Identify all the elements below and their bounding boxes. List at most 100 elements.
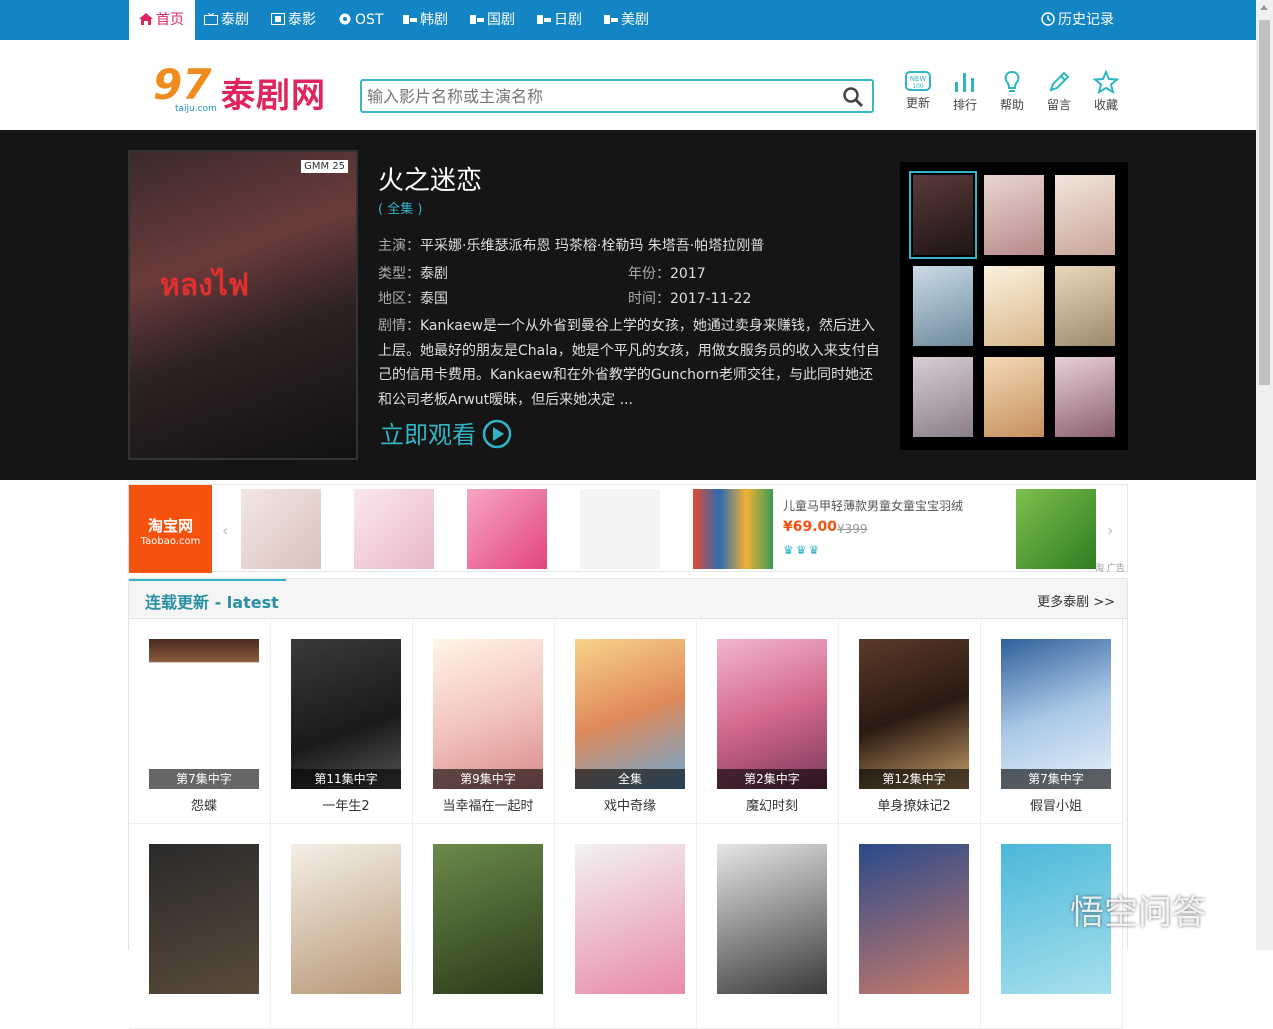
ad-label: 淘 广告 xyxy=(1095,564,1125,574)
home-icon xyxy=(139,13,153,25)
thumbnail-7[interactable] xyxy=(913,357,973,437)
featured-poster[interactable]: GMM 25 หลงไฟ xyxy=(128,150,358,460)
featured-thumbnail-grid xyxy=(900,162,1128,450)
nav-item-home[interactable]: 首页 xyxy=(129,0,195,40)
ad-product-image[interactable] xyxy=(693,489,773,569)
drama-card[interactable]: 第9集中字 当幸福在一起时 xyxy=(413,619,555,824)
ad-product-title[interactable]: 儿童马甲轻薄款男童女童宝宝羽绒 xyxy=(783,497,963,514)
ranking-button[interactable]: 排行 xyxy=(945,70,985,120)
drama-card[interactable]: 第7集中字 怨蝶 xyxy=(129,619,271,824)
drama-poster[interactable]: 全集 xyxy=(575,639,685,789)
taobao-logo[interactable]: 淘宝网 Taobao.com xyxy=(129,485,212,573)
tag-icon xyxy=(470,15,484,24)
drama-poster[interactable]: 第7集中字 xyxy=(1001,639,1111,789)
drama-poster[interactable] xyxy=(575,844,685,994)
tag-icon xyxy=(537,15,551,24)
drama-card[interactable] xyxy=(129,824,271,1029)
thumbnail-6[interactable] xyxy=(1055,266,1115,346)
ad-price: ¥69.00 xyxy=(783,519,838,535)
drama-card[interactable] xyxy=(271,824,413,1029)
scrollbar-thumb[interactable] xyxy=(1259,20,1270,385)
site-logo[interactable]: 97 泰剧网 taiju.com xyxy=(143,60,353,117)
ad-banner: 淘宝网 Taobao.com ‹ 儿童马甲轻薄款男童女童宝宝羽绒 ¥69.00 … xyxy=(128,484,1128,574)
drama-poster[interactable]: 第12集中字 xyxy=(859,639,969,789)
drama-poster[interactable]: 第2集中字 xyxy=(717,639,827,789)
drama-card[interactable]: 第12集中字 单身撩妹记2 xyxy=(839,619,981,824)
drama-poster[interactable] xyxy=(291,844,401,994)
nav-item-ost[interactable]: OST xyxy=(338,0,383,40)
drama-poster[interactable]: 第9集中字 xyxy=(433,639,543,789)
ad-product-image[interactable] xyxy=(1016,489,1096,569)
thumbnail-3[interactable] xyxy=(1055,175,1115,255)
featured-type: 类型：泰剧 xyxy=(378,266,448,282)
thumbnail-2[interactable] xyxy=(984,175,1044,255)
lightbulb-icon xyxy=(1004,70,1020,92)
drama-card[interactable]: 全集 戏中奇缘 xyxy=(555,619,697,824)
help-button[interactable]: 帮助 xyxy=(992,70,1032,120)
drama-poster[interactable] xyxy=(859,844,969,994)
favorite-button[interactable]: 收藏 xyxy=(1086,70,1126,120)
search-icon[interactable] xyxy=(842,86,864,108)
ad-prev-arrow-icon[interactable]: ‹ xyxy=(222,521,228,540)
drama-poster[interactable] xyxy=(149,844,259,994)
drama-card[interactable] xyxy=(839,824,981,1029)
thumbnail-5[interactable] xyxy=(984,266,1044,346)
thumbnail-1[interactable] xyxy=(909,171,977,259)
watermark: 悟空问答 xyxy=(1070,893,1206,933)
nav-item-korean[interactable]: 韩剧 xyxy=(403,0,448,40)
featured-title[interactable]: 火之迷恋 xyxy=(378,160,482,197)
new-icon: NEW100 xyxy=(905,71,931,91)
play-icon xyxy=(482,419,512,449)
pencil-icon xyxy=(1049,71,1070,92)
drama-poster[interactable]: 第11集中字 xyxy=(291,639,401,789)
tag-icon xyxy=(403,15,417,24)
drama-poster[interactable]: 第7集中字 xyxy=(149,639,259,789)
header-underline xyxy=(129,579,286,581)
film-icon xyxy=(271,13,285,25)
update-button[interactable]: NEW 100 更新 xyxy=(898,70,938,120)
drama-card[interactable]: 第7集中字 假冒小姐 xyxy=(981,619,1123,824)
nav-item-chinese[interactable]: 国剧 xyxy=(470,0,515,40)
more-link[interactable]: 更多泰剧 >> xyxy=(1037,591,1115,610)
nav-item-thai-movie[interactable]: 泰影 xyxy=(271,0,316,40)
ad-product-image[interactable] xyxy=(241,489,321,569)
featured-region: 地区：泰国 xyxy=(378,291,448,307)
thumbnail-4[interactable] xyxy=(913,266,973,346)
drama-poster[interactable] xyxy=(717,844,827,994)
page-scrollbar[interactable] xyxy=(1256,0,1273,950)
drama-card[interactable] xyxy=(555,824,697,1029)
music-icon xyxy=(339,13,351,25)
latest-title: 连载更新 - latest xyxy=(145,593,279,612)
tag-icon xyxy=(604,15,618,24)
search-input[interactable] xyxy=(365,84,835,108)
drama-card[interactable] xyxy=(697,824,839,1029)
nav-item-japanese[interactable]: 日剧 xyxy=(537,0,582,40)
ad-product-image[interactable] xyxy=(580,489,660,569)
drama-poster[interactable] xyxy=(433,844,543,994)
ad-product-image[interactable] xyxy=(467,489,547,569)
svg-text:NEW: NEW xyxy=(910,75,927,83)
ad-next-arrow-icon[interactable]: › xyxy=(1107,521,1113,540)
crown-rating-icon: ♛♛♛ xyxy=(783,543,822,557)
featured-year: 年份：2017 xyxy=(628,266,706,282)
nav-item-thai-drama[interactable]: 泰剧 xyxy=(204,0,249,40)
clock-icon xyxy=(1041,12,1055,26)
featured-cast: 主演：平采娜·乐维瑟派布恩 玛茶榕·栓勒玛 朱塔吾·帕塔拉刚普 xyxy=(378,238,765,254)
ad-old-price: ¥399 xyxy=(837,522,868,536)
drama-card[interactable] xyxy=(413,824,555,1029)
watch-now-button[interactable]: 立即观看 xyxy=(380,415,512,450)
featured-episodes: ( 全集 ) xyxy=(378,202,423,217)
latest-section: 连载更新 - latest 更多泰剧 >> 第7集中字 怨蝶 第11集中字 一年… xyxy=(128,578,1128,1029)
history-link[interactable]: 历史记录 xyxy=(1041,0,1114,40)
featured-plot: 剧情：Kankaew是一个从外省到曼谷上学的女孩，她通过卖身来赚钱，然后进入上层… xyxy=(378,318,880,408)
ad-product-image[interactable] xyxy=(354,489,434,569)
message-button[interactable]: 留言 xyxy=(1039,70,1079,120)
featured-section: GMM 25 หลงไฟ 火之迷恋 ( 全集 ) 主演：平采娜·乐维瑟派布恩 玛… xyxy=(0,130,1256,480)
drama-card[interactable]: 第11集中字 一年生2 xyxy=(271,619,413,824)
drama-card[interactable]: 第2集中字 魔幻时刻 xyxy=(697,619,839,824)
thumbnail-9[interactable] xyxy=(1055,357,1115,437)
scroll-up-arrow-icon[interactable] xyxy=(1260,5,1268,10)
star-icon xyxy=(1093,70,1119,94)
thumbnail-8[interactable] xyxy=(984,357,1044,437)
nav-item-american[interactable]: 美剧 xyxy=(604,0,649,40)
